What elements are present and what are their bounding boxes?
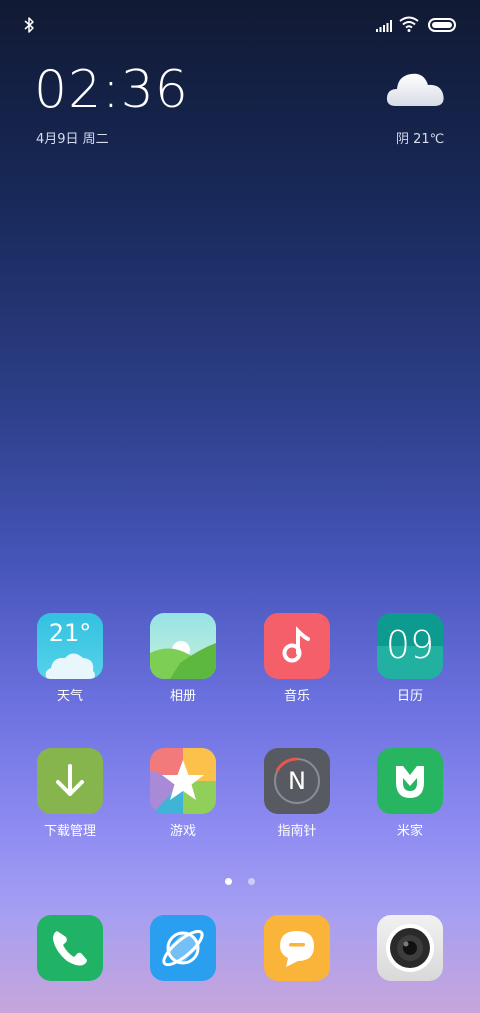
app-label: 下载管理 <box>43 824 96 839</box>
app-label: 日历 <box>396 689 423 704</box>
calendar-app-icon: 09 <box>377 613 443 679</box>
calendar-app-day: 09 <box>385 623 435 667</box>
compass-app-icon: N <box>264 748 330 814</box>
app-label: 游戏 <box>169 824 196 839</box>
gallery-app-icon <box>150 613 216 679</box>
app-weather[interactable]: 21° 天气 <box>20 613 120 704</box>
messages-app-icon <box>264 915 330 981</box>
dock-phone[interactable] <box>20 915 120 981</box>
page-dot-2[interactable] <box>247 878 255 885</box>
chat-bubble-icon <box>280 931 314 967</box>
dock-browser[interactable] <box>133 915 233 981</box>
phone-app-icon <box>37 915 103 981</box>
planet-icon <box>162 929 204 967</box>
downloads-app-icon <box>37 748 103 814</box>
page-dot-1[interactable] <box>225 878 233 885</box>
app-downloads[interactable]: 下载管理 <box>20 748 120 839</box>
weather-app-icon: 21° <box>37 613 103 679</box>
dock-camera[interactable] <box>360 915 460 981</box>
app-label: 米家 <box>396 824 423 839</box>
bluetooth-icon <box>24 17 34 33</box>
cloud-icon <box>45 653 95 679</box>
camera-app-icon <box>377 915 443 981</box>
weather-app-temp: 21° <box>48 619 92 647</box>
app-mijia[interactable]: 米家 <box>360 748 460 839</box>
app-calendar[interactable]: 09 日历 <box>360 613 460 704</box>
mijia-app-icon <box>377 748 443 814</box>
music-note-icon <box>282 626 310 663</box>
camera-lens-icon <box>386 924 434 972</box>
app-label: 相册 <box>169 689 196 704</box>
dock-messages[interactable] <box>247 915 347 981</box>
browser-app-icon <box>150 915 216 981</box>
app-label: 天气 <box>56 689 83 704</box>
music-app-icon <box>264 613 330 679</box>
page-indicator[interactable] <box>0 870 480 889</box>
clock-date[interactable]: 4月9日 周二 <box>36 128 109 147</box>
app-compass[interactable]: N 指南针 <box>247 748 347 839</box>
app-games[interactable]: 游戏 <box>133 748 233 839</box>
app-gallery[interactable]: 相册 <box>133 613 233 704</box>
signal-icon <box>376 20 392 32</box>
clock-time[interactable]: 02:36 <box>34 60 189 120</box>
phone-handset-icon <box>53 931 87 966</box>
games-app-icon <box>150 748 216 814</box>
landscape-icon <box>150 641 216 679</box>
status-bar <box>0 0 480 52</box>
battery-icon <box>428 18 456 32</box>
weather-text[interactable]: 阴 21℃ <box>396 128 444 147</box>
app-label: 指南针 <box>277 824 317 839</box>
star-icon <box>162 760 204 800</box>
wifi-icon <box>399 16 419 32</box>
app-label: 音乐 <box>283 689 310 704</box>
app-music[interactable]: 音乐 <box>247 613 347 704</box>
compass-north-letter: N <box>288 767 306 795</box>
mijia-logo-icon <box>396 766 424 798</box>
download-arrow-icon <box>56 764 84 796</box>
cloud-icon[interactable] <box>386 66 446 110</box>
